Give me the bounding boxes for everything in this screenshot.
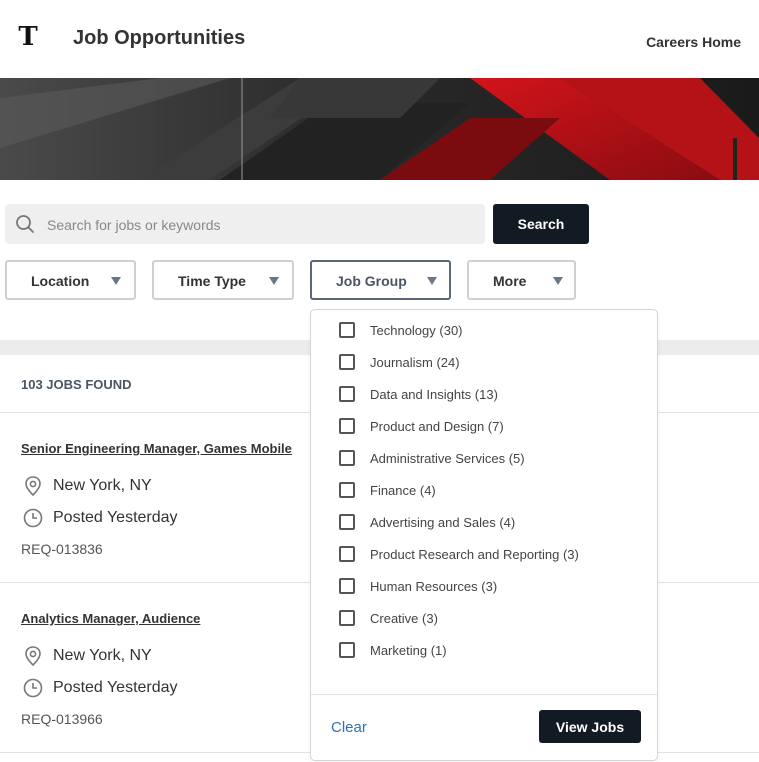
- time-type-filter-label: Time Type: [178, 273, 246, 289]
- clear-button[interactable]: Clear: [331, 719, 367, 736]
- job-group-option-label: Marketing (1): [370, 643, 447, 658]
- job-group-option-label: Human Resources (3): [370, 579, 498, 594]
- careers-home-link[interactable]: Careers Home: [646, 34, 741, 50]
- job-group-filter-label: Job Group: [336, 273, 407, 289]
- job-group-option-label: Creative (3): [370, 611, 438, 626]
- chevron-down-icon: [111, 277, 121, 285]
- clock-icon: [23, 508, 43, 528]
- job-group-option-label: Advertising and Sales (4): [370, 515, 516, 530]
- site-header: T Job Opportunities Careers Home: [0, 0, 759, 78]
- location-filter[interactable]: Location: [5, 260, 136, 300]
- checkbox[interactable]: [339, 386, 355, 402]
- job-title-link[interactable]: Senior Engineering Manager, Games Mobile: [21, 441, 292, 456]
- jobs-found-count: 103 JOBS FOUND: [21, 377, 132, 392]
- checkbox[interactable]: [339, 450, 355, 466]
- search-button[interactable]: Search: [493, 204, 589, 244]
- hero-banner: [0, 78, 759, 180]
- clock-icon: [23, 678, 43, 698]
- location-filter-label: Location: [31, 273, 90, 289]
- checkbox[interactable]: [339, 354, 355, 370]
- job-group-option-label: Technology (30): [370, 323, 463, 338]
- job-group-filter[interactable]: Job Group: [310, 260, 451, 300]
- job-group-option-label: Finance (4): [370, 483, 436, 498]
- checkbox[interactable]: [339, 482, 355, 498]
- checkbox[interactable]: [339, 610, 355, 626]
- job-req-id: REQ-013966: [21, 711, 103, 727]
- job-title-link[interactable]: Analytics Manager, Audience: [21, 611, 200, 626]
- checkbox[interactable]: [339, 578, 355, 594]
- location-pin-icon: [25, 646, 41, 667]
- search-input[interactable]: [45, 204, 479, 246]
- more-filter-label: More: [493, 273, 527, 289]
- banner-image: [0, 78, 759, 180]
- job-group-option-label: Data and Insights (13): [370, 387, 498, 402]
- job-location-text: New York, NY: [53, 647, 152, 664]
- checkbox[interactable]: [339, 514, 355, 530]
- view-jobs-button[interactable]: View Jobs: [539, 710, 641, 743]
- chevron-down-icon: [269, 277, 279, 285]
- search-icon: [16, 215, 34, 233]
- job-group-option-label: Journalism (24): [370, 355, 460, 370]
- job-location-text: New York, NY: [53, 477, 152, 494]
- svg-text:T: T: [18, 22, 38, 50]
- job-group-option-label: Administrative Services (5): [370, 451, 525, 466]
- checkbox[interactable]: [339, 322, 355, 338]
- job-group-option-label: Product Research and Reporting (3): [370, 547, 579, 562]
- time-type-filter[interactable]: Time Type: [152, 260, 294, 300]
- job-posted-text: Posted Yesterday: [53, 679, 178, 696]
- divider: [311, 694, 657, 695]
- checkbox[interactable]: [339, 546, 355, 562]
- checkbox[interactable]: [339, 642, 355, 658]
- chevron-down-icon: [553, 277, 563, 285]
- search-box: [5, 204, 485, 246]
- job-group-dropdown: Technology (30) Journalism (24) Data and…: [310, 309, 658, 761]
- nyt-logo-icon[interactable]: T: [16, 22, 40, 50]
- job-req-id: REQ-013836: [21, 541, 103, 557]
- chevron-down-icon: [427, 277, 437, 285]
- job-posted-text: Posted Yesterday: [53, 509, 178, 526]
- more-filter[interactable]: More: [467, 260, 576, 300]
- job-group-option-label: Product and Design (7): [370, 419, 504, 434]
- checkbox[interactable]: [339, 418, 355, 434]
- page-title: Job Opportunities: [73, 27, 246, 49]
- location-pin-icon: [25, 476, 41, 497]
